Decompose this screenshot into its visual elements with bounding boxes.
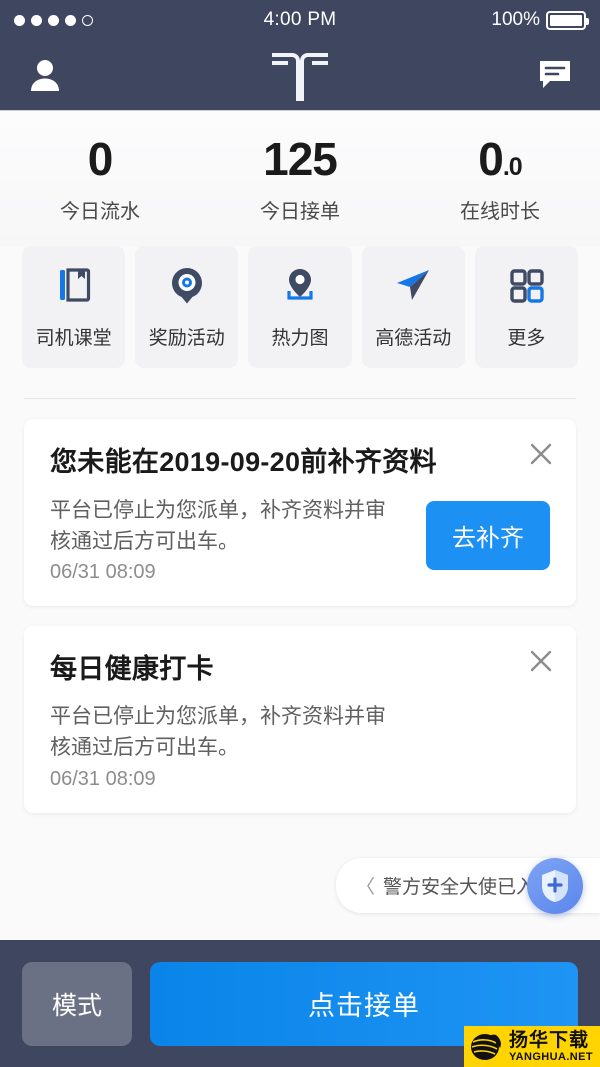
app-screen: 4:00 PM 100% 0 今日流水 125 今日接单 0.0 在线时长 司机… — [0, 0, 600, 1067]
notification-time: 06/31 08:09 — [50, 767, 156, 790]
stat-label: 今日接单 — [260, 201, 340, 223]
notification-list: 您未能在2019-09-20前补齐资料 平台已停止为您派单，补齐资料并审核通过后… — [0, 399, 600, 813]
quick-action-label: 奖励活动 — [148, 328, 225, 349]
stat-item[interactable]: 0.0 在线时长 — [400, 136, 600, 224]
notification-card[interactable]: 每日健康打卡 平台已停止为您派单，补齐资料并审核通过后方可出车。 06/31 0… — [24, 625, 576, 813]
watermark-text: 扬华下载 YANGHUA.NET — [509, 1031, 593, 1063]
status-bar-clock: 4:00 PM — [263, 9, 337, 30]
quick-action-heatmap[interactable]: 热力图 — [248, 246, 352, 368]
book-icon — [53, 264, 95, 311]
mode-button[interactable]: 模式 — [22, 961, 132, 1046]
stat-value: 0 — [87, 133, 114, 185]
quick-action-label: 热力图 — [271, 328, 329, 349]
quick-action-more[interactable]: 更多 — [474, 246, 579, 368]
quick-action-driver-class[interactable]: 司机课堂 — [22, 246, 126, 368]
map-pin-icon — [279, 264, 321, 311]
battery-icon — [546, 10, 589, 30]
chevron-left-icon: 〈 — [355, 877, 375, 898]
quick-action-label: 司机课堂 — [35, 328, 112, 349]
stat-value: 125 — [263, 133, 338, 185]
stat-item[interactable]: 0 今日流水 — [0, 136, 200, 224]
stats-row: 0 今日流水 125 今日接单 0.0 在线时长 — [0, 110, 600, 246]
quick-action-rewards[interactable]: 奖励活动 — [135, 246, 239, 368]
watermark-cn: 扬华下载 — [508, 1030, 589, 1051]
stat-label: 在线时长 — [460, 201, 540, 223]
t3-logo-icon — [0, 47, 600, 103]
notification-title: 每日健康打卡 — [50, 653, 214, 684]
grid-icon — [505, 264, 547, 311]
quick-action-amap-activity[interactable]: 高德活动 — [361, 246, 465, 368]
stat-item[interactable]: 125 今日接单 — [200, 136, 400, 224]
quick-actions-grid: 司机课堂 奖励活动 热力图 高德活动 更多 — [0, 246, 600, 368]
close-icon[interactable] — [524, 644, 558, 678]
safety-widget[interactable]: 〈 警方安全大使已入驻 — [335, 857, 600, 914]
app-header — [0, 40, 600, 110]
stat-value: 0.0 — [478, 133, 522, 185]
notification-time: 06/31 08:09 — [50, 560, 156, 583]
quick-action-label: 更多 — [507, 328, 546, 349]
stat-label: 今日流水 — [60, 201, 140, 223]
notification-desc: 平台已停止为您派单，补齐资料并审核通过后方可出车。 — [50, 498, 386, 553]
go-complete-button[interactable]: 去补齐 — [426, 500, 550, 570]
close-icon[interactable] — [524, 437, 558, 471]
paper-plane-icon — [392, 264, 434, 311]
notification-body: 平台已停止为您派单，补齐资料并审核通过后方可出车。 06/31 08:09 去补… — [50, 495, 550, 584]
shield-plus-icon[interactable] — [527, 857, 583, 914]
status-bar: 4:00 PM 100% — [0, 0, 600, 40]
watermark-en: YANGHUA.NET — [508, 1051, 593, 1063]
notification-body: 平台已停止为您派单，补齐资料并审核通过后方可出车。 06/31 08:09 — [50, 701, 550, 790]
notification-card[interactable]: 您未能在2019-09-20前补齐资料 平台已停止为您派单，补齐资料并审核通过后… — [24, 419, 576, 606]
globe-logo-icon — [470, 1034, 501, 1060]
watermark: 扬华下载 YANGHUA.NET — [463, 1026, 600, 1067]
quick-action-label: 高德活动 — [375, 328, 452, 349]
notification-desc: 平台已停止为您派单，补齐资料并审核通过后方可出车。 — [50, 705, 386, 760]
notification-title: 您未能在2019-09-20前补齐资料 — [50, 447, 437, 477]
target-badge-icon — [166, 264, 208, 311]
